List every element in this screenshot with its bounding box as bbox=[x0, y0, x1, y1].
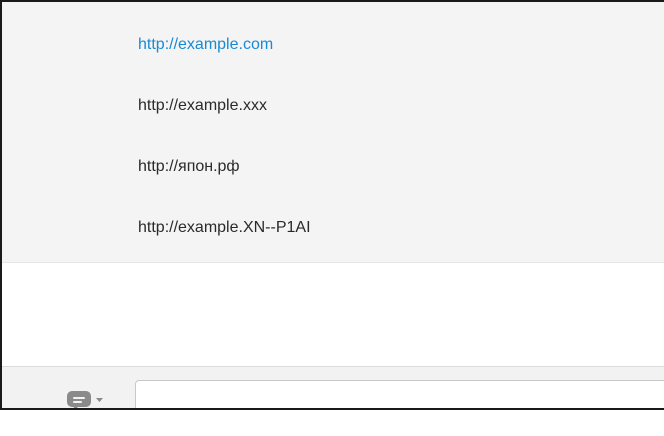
message-list: http://example.com http://example.xxx ht… bbox=[2, 2, 664, 263]
message-text-yapon-rf: http://япон.рф bbox=[138, 158, 240, 175]
caret-down-icon bbox=[96, 398, 103, 402]
chat-window: http://example.com http://example.xxx ht… bbox=[0, 0, 664, 410]
emoji-menu-button[interactable] bbox=[66, 389, 106, 408]
message-input[interactable] bbox=[135, 380, 664, 408]
message-text-example-xxx: http://example.xxx bbox=[138, 97, 267, 114]
message-composer bbox=[2, 367, 664, 408]
chat-bubble-icon bbox=[67, 391, 103, 408]
message-empty-space bbox=[2, 263, 664, 367]
message-text-example-xn-p1ai: http://example.XN--P1AI bbox=[138, 219, 311, 236]
message-link-example-com[interactable]: http://example.com bbox=[138, 36, 273, 54]
